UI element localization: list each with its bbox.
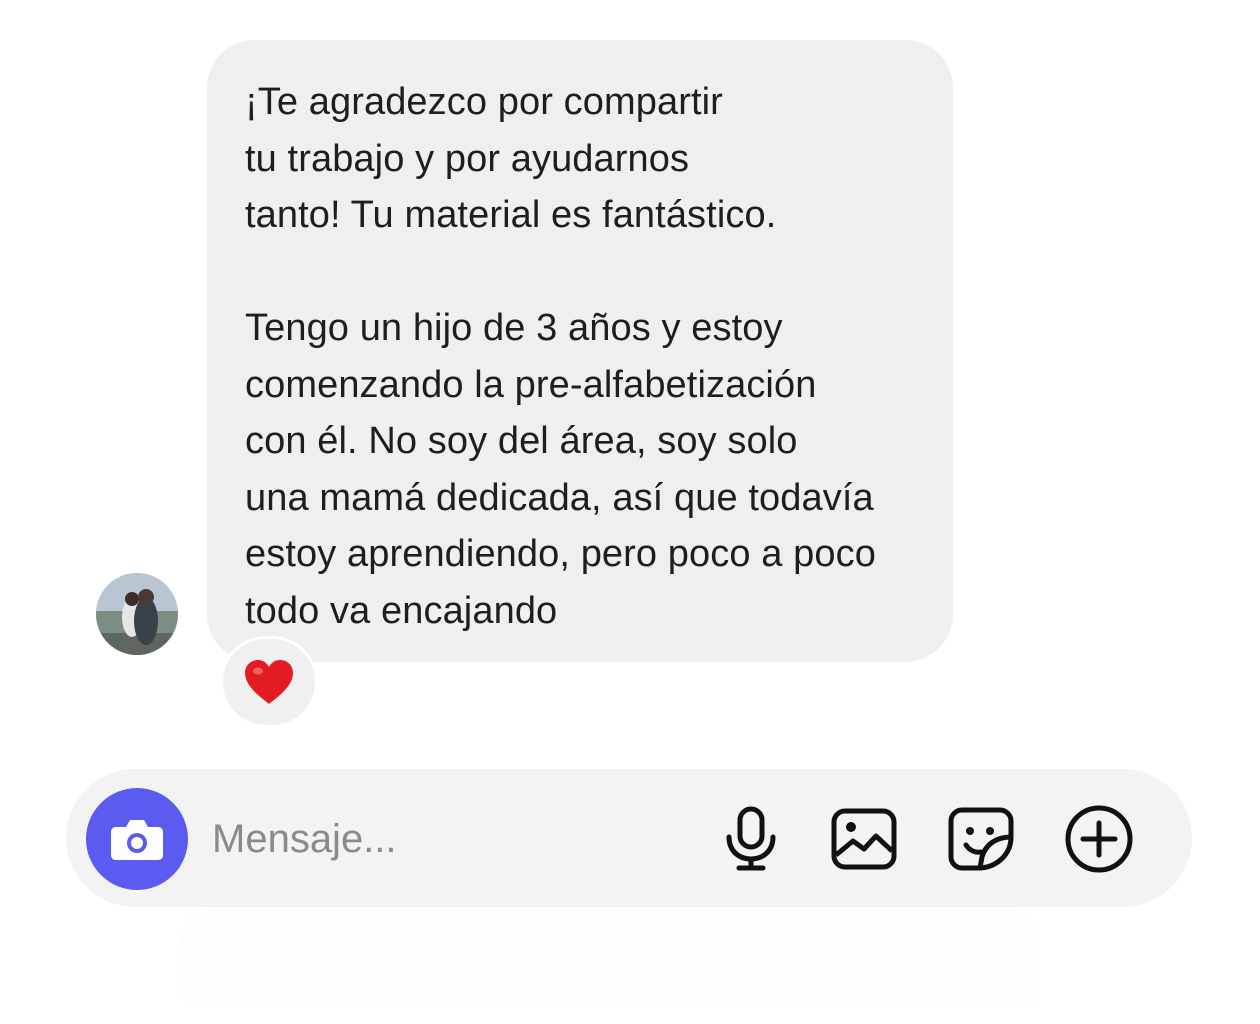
message-line: todo va encajando [245, 589, 558, 632]
message-line: tu trabajo y por ayudarnos [245, 137, 690, 180]
chat-screen: ¡Te agradezco por compartir tu trabajo y … [0, 0, 1260, 1024]
message-input[interactable] [212, 809, 692, 869]
message-paragraph: ¡Te agradezco por compartir tu trabajo y … [245, 74, 923, 244]
image-icon [831, 808, 897, 870]
camera-button[interactable] [86, 788, 188, 890]
message-bubble[interactable]: ¡Te agradezco por compartir tu trabajo y … [207, 40, 953, 662]
sender-avatar[interactable] [96, 573, 178, 655]
message-line: estoy aprendiendo, pero poco a poco [245, 533, 876, 575]
camera-icon [111, 820, 163, 860]
composer-shadow [180, 910, 1040, 1024]
sticker-button[interactable] [941, 799, 1021, 879]
more-options-button[interactable] [1059, 799, 1139, 879]
image-button[interactable] [824, 799, 904, 879]
message-line: comenzando la pre-alfabetización [245, 363, 817, 406]
heart-icon [245, 660, 293, 704]
microphone-icon [726, 806, 776, 871]
message-line: ¡Te agradezco por compartir [245, 81, 723, 123]
message-line: Tengo un hijo de 3 años y estoy [245, 307, 783, 349]
sticker-icon [948, 807, 1014, 871]
microphone-button[interactable] [711, 799, 791, 879]
plus-icon [1065, 805, 1133, 873]
message-composer [66, 769, 1192, 907]
message-paragraph: Tengo un hijo de 3 años y estoy comenzand… [245, 300, 923, 639]
message-line: tanto! Tu material es fantástico. [245, 194, 777, 236]
reaction-badge[interactable] [220, 636, 318, 728]
message-line: una mamá dedicada, así que todavía [245, 476, 874, 519]
message-line: con él. No soy del área, soy solo [245, 420, 798, 462]
